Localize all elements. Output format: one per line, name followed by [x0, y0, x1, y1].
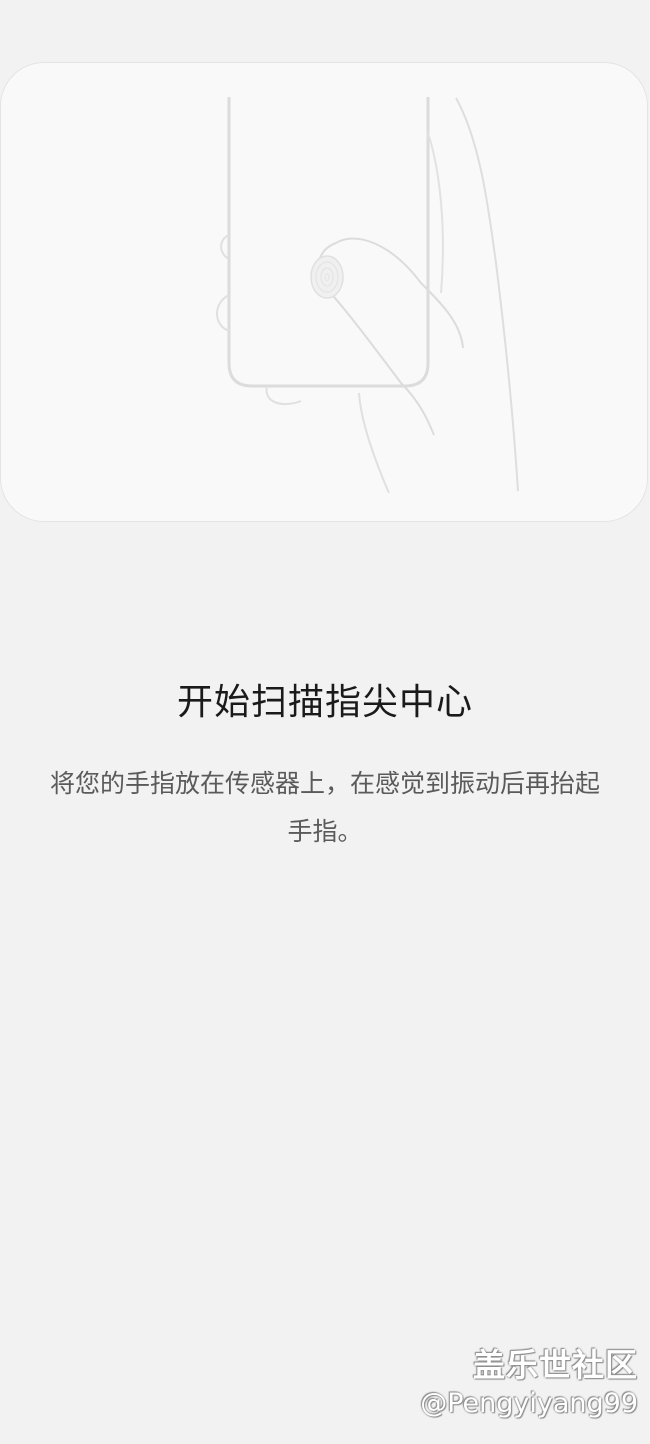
page-title: 开始扫描指尖中心 — [176, 682, 473, 723]
fingerprint-scan-illustration — [216, 97, 519, 494]
wrist-line — [358, 392, 390, 494]
finger-tip-2 — [216, 294, 230, 332]
thumb-upper-outline — [335, 237, 464, 349]
hand-back-outline — [455, 97, 519, 492]
community-watermark: 盖乐世社区 — [472, 1346, 638, 1384]
user-watermark: @Pengyiyang99 — [420, 1388, 638, 1419]
instruction-text: 将您的手指放在传感器上，在感觉到振动后再抬起手指。 — [49, 769, 600, 846]
hand-palm-line — [427, 132, 444, 294]
phone-outline — [227, 97, 430, 388]
fingerprint-illustration-card — [0, 62, 648, 522]
finger-tip-3 — [265, 385, 302, 405]
fingerprint-icon — [310, 255, 344, 299]
